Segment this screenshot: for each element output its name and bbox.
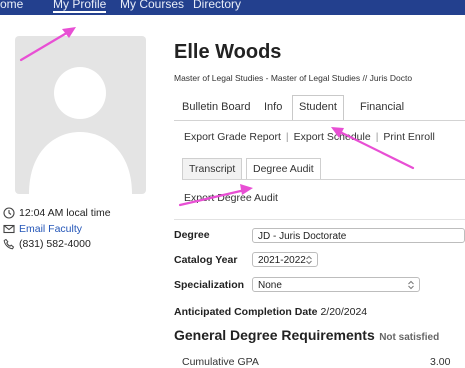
avatar <box>15 36 146 194</box>
nav-item-home[interactable]: ome <box>0 0 23 11</box>
degree-value: JD - Juris Doctorate <box>258 231 347 242</box>
student-actions: Export Grade Report | Export Schedule | Prin… <box>184 131 435 143</box>
nav-item-directory[interactable]: Directory <box>193 0 241 11</box>
specialization-select[interactable]: None <box>252 277 420 292</box>
avatar-silhouette-icon <box>29 67 132 194</box>
student-subtabs: Transcript Degree Audit <box>182 158 465 180</box>
export-schedule-link[interactable]: Export Schedule <box>294 131 371 143</box>
export-grade-report-link[interactable]: Export Grade Report <box>184 131 281 143</box>
envelope-icon <box>3 224 15 234</box>
tab-financial[interactable]: Financial <box>360 96 404 119</box>
nav-item-my-courses[interactable]: My Courses <box>120 0 184 11</box>
section-divider <box>174 219 465 220</box>
local-time: 12:04 AM local time <box>19 207 111 219</box>
requirement-row-value: 3.00 <box>430 356 451 368</box>
tab-degree-audit[interactable]: Degree Audit <box>246 158 321 180</box>
anticipated-date: 2/20/2024 <box>320 306 368 318</box>
student-name: Elle Woods <box>174 41 282 63</box>
clock-icon <box>3 207 15 219</box>
email-faculty-link[interactable]: Email Faculty <box>19 223 82 235</box>
phone-number: (831) 582-4000 <box>19 238 91 250</box>
requirements-status: Not satisfied <box>379 332 440 343</box>
phone-row: (831) 582-4000 <box>3 238 91 250</box>
specialization-value: None <box>258 280 282 291</box>
catalog-year-label: Catalog Year <box>174 254 238 266</box>
anticipated-completion: Anticipated Completion Date 2/20/2024 <box>174 306 367 318</box>
phone-icon <box>3 238 15 250</box>
tab-bulletin-board[interactable]: Bulletin Board <box>182 96 251 119</box>
print-enroll-link[interactable]: Print Enroll <box>383 131 434 143</box>
program-list: Master of Legal Studies - Master of Lega… <box>174 73 413 83</box>
requirement-row-label: Cumulative GPA <box>182 356 259 368</box>
subtabs-divider <box>182 179 465 180</box>
tabs-divider <box>174 120 465 121</box>
export-degree-audit-link[interactable]: Export Degree Audit <box>184 192 278 204</box>
email-row: Email Faculty <box>3 223 82 235</box>
tab-transcript[interactable]: Transcript <box>182 158 243 179</box>
chevron-updown-icon <box>306 255 312 265</box>
requirements-heading: General Degree Requirements Not satisfie… <box>174 327 439 345</box>
tab-student[interactable]: Student <box>292 95 344 121</box>
top-nav: ome My Profile My Courses Directory <box>0 0 465 15</box>
catalog-year-value: 2021-2022 <box>258 255 306 266</box>
profile-tabs: Bulletin Board Info Student Financial <box>174 95 465 121</box>
degree-select[interactable]: JD - Juris Doctorate <box>252 228 465 243</box>
degree-label: Degree <box>174 229 210 241</box>
separator: | <box>285 131 289 143</box>
separator: | <box>375 131 379 143</box>
catalog-year-select[interactable]: 2021-2022 <box>252 252 318 267</box>
anticipated-label: Anticipated Completion Date <box>174 306 318 318</box>
tab-info[interactable]: Info <box>264 96 282 119</box>
local-time-row: 12:04 AM local time <box>3 207 111 219</box>
chevron-updown-icon <box>408 280 414 290</box>
requirements-title: General Degree Requirements <box>174 327 375 343</box>
nav-item-my-profile[interactable]: My Profile <box>53 0 107 13</box>
specialization-label: Specialization <box>174 279 245 291</box>
